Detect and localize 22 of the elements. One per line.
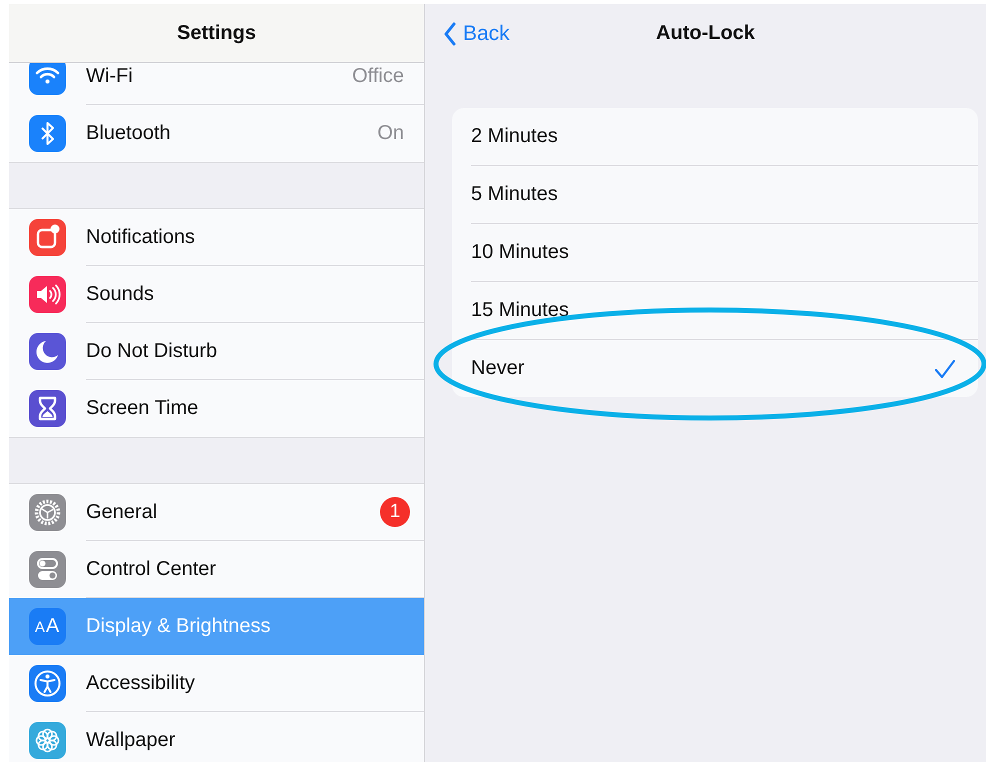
- chevron-icon: [443, 22, 457, 46]
- sidebar-item[interactable]: Sounds: [9, 266, 424, 323]
- sidebar-item[interactable]: Accessibility: [9, 655, 424, 712]
- sidebar-item[interactable]: General 1: [9, 484, 424, 541]
- sidebar-item[interactable]: Wallpaper: [9, 712, 424, 762]
- sidebar-item[interactable]: Do Not Disturb: [9, 323, 424, 380]
- option-row[interactable]: 15 Minutes: [471, 282, 978, 340]
- setting-value: On: [377, 122, 405, 144]
- option-row[interactable]: 10 Minutes: [471, 224, 978, 282]
- option-row[interactable]: Never: [471, 340, 978, 397]
- sidebar-item[interactable]: Notifications: [9, 209, 424, 266]
- notification-badge: 1: [380, 497, 410, 527]
- page-title: Auto-Lock: [656, 22, 755, 45]
- option-row[interactable]: 5 Minutes: [471, 166, 978, 224]
- sidebar-item[interactable]: Wi-Fi Office: [9, 63, 424, 105]
- setting-value: Office: [352, 64, 405, 88]
- sidebar-item[interactable]: AA Display & Brightness: [9, 598, 424, 655]
- text-size-icon: AA: [29, 608, 66, 645]
- sidebar-title: Settings: [177, 22, 256, 44]
- sidebar-item[interactable]: Bluetooth On: [9, 105, 424, 162]
- option-row[interactable]: 2 Minutes: [471, 108, 978, 166]
- sidebar-item[interactable]: Screen Time: [9, 380, 424, 437]
